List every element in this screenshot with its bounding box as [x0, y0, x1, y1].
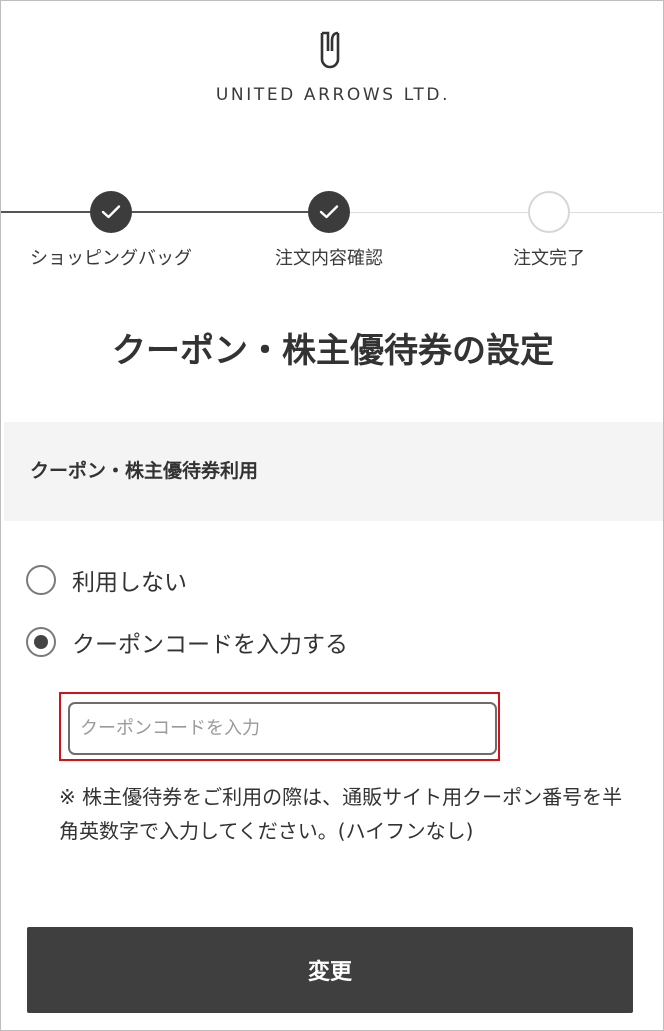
radio-button-checked[interactable]	[26, 627, 56, 657]
step-2-label: 注文内容確認	[275, 248, 383, 269]
step-2-indicator	[308, 191, 350, 233]
step-1-indicator	[90, 191, 132, 233]
option-enter-coupon[interactable]: クーポンコードを入力する	[26, 625, 348, 659]
option-no-coupon[interactable]: 利用しない	[26, 563, 187, 597]
check-icon	[319, 205, 339, 219]
coupon-section-header: クーポン・株主優待券利用	[4, 422, 663, 521]
brand-logo-icon	[320, 31, 340, 69]
coupon-code-input[interactable]	[68, 702, 497, 755]
option-no-coupon-label: 利用しない	[72, 570, 187, 596]
change-button[interactable]: 変更	[27, 927, 633, 1013]
page-title: クーポン・株主優待券の設定	[112, 331, 554, 371]
section-title: クーポン・株主優待券利用	[30, 460, 259, 482]
step-3-indicator	[528, 191, 570, 233]
brand-logo-text: UNITED ARROWS LTD.	[215, 85, 451, 105]
radio-button-unchecked[interactable]	[26, 565, 56, 595]
step-1-label: ショッピングバッグ	[30, 248, 192, 269]
option-enter-coupon-label: クーポンコードを入力する	[72, 632, 348, 658]
progress-line-completed	[1, 211, 329, 213]
shareholder-coupon-note: ※ 株主優待券をご利用の際は、通販サイト用クーポン番号を半角英数字で入力してくだ…	[59, 785, 623, 843]
step-3-label: 注文完了	[513, 248, 585, 269]
progress-line-remaining	[329, 212, 664, 213]
check-icon	[101, 205, 121, 219]
page-frame: UNITED ARROWS LTD. ショッピングバッグ 注文内容確認 注文完了…	[0, 0, 664, 1031]
